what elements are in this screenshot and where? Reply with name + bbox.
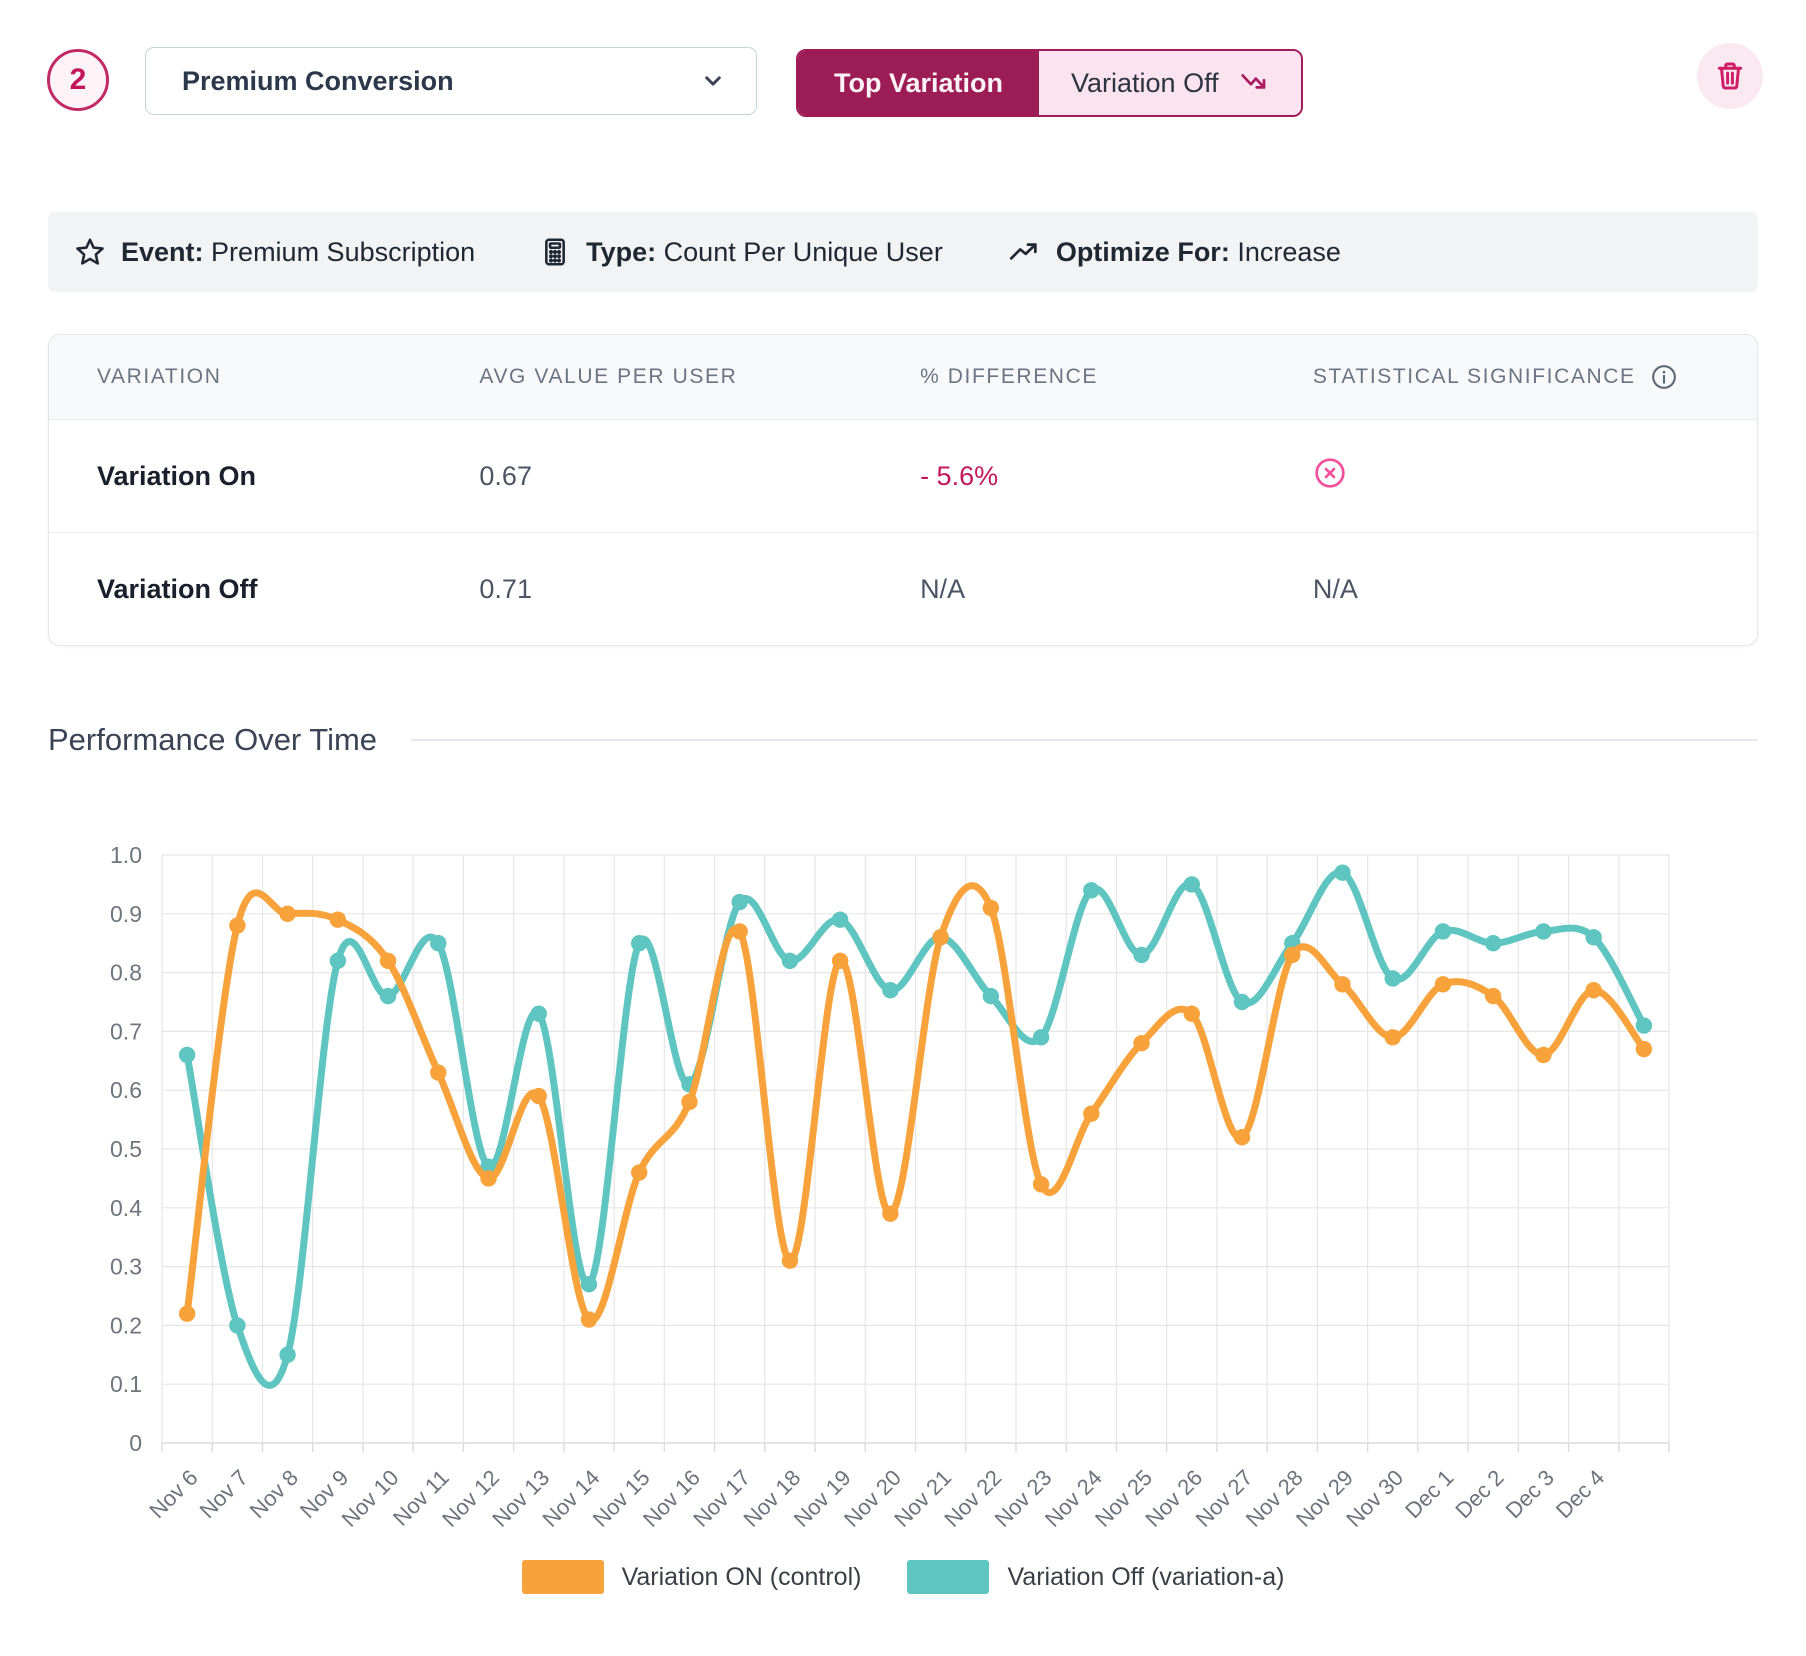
svg-text:Dec 2: Dec 2	[1450, 1465, 1508, 1523]
type-value: Count Per Unique User	[664, 237, 943, 267]
row-variation-name: Variation Off	[49, 574, 479, 605]
event-label: Event:	[121, 237, 204, 267]
row-avg-value: 0.71	[479, 574, 920, 605]
legend-label: Variation ON (control)	[622, 1563, 862, 1592]
svg-text:Dec 1: Dec 1	[1400, 1465, 1458, 1523]
metric-dropdown[interactable]: Premium Conversion	[145, 47, 757, 115]
svg-text:Nov 10: Nov 10	[337, 1465, 404, 1532]
table-row: Variation On 0.67 - 5.6%	[49, 420, 1757, 532]
experiment-metric-panel: 2 Premium Conversion Top Variation Varia…	[0, 0, 1806, 1656]
table-header-row: VARIATION AVG VALUE PER USER % DIFFERENC…	[49, 335, 1757, 420]
performance-chart: 1.00.90.80.70.60.50.40.30.20.10Nov 6Nov …	[0, 830, 1806, 1540]
svg-text:Dec 4: Dec 4	[1551, 1465, 1609, 1523]
optimize-label: Optimize For:	[1056, 237, 1230, 267]
svg-text:0.5: 0.5	[110, 1136, 142, 1162]
svg-text:0.7: 0.7	[110, 1018, 142, 1044]
event-value: Premium Subscription	[211, 237, 475, 267]
calculator-icon	[539, 236, 571, 268]
row-difference: - 5.6%	[920, 461, 1313, 492]
row-significance: N/A	[1313, 574, 1757, 605]
delete-metric-button[interactable]	[1697, 43, 1763, 109]
svg-text:Nov 7: Nov 7	[195, 1465, 253, 1523]
legend-swatch-orange	[522, 1560, 604, 1594]
star-icon	[74, 236, 106, 268]
svg-text:1.0: 1.0	[110, 842, 142, 868]
info-icon[interactable]	[1650, 363, 1678, 391]
winner-variation-label: Variation Off	[1071, 68, 1219, 99]
top-variation-tab[interactable]: Top Variation	[798, 51, 1039, 115]
metric-index-badge: 2	[47, 49, 109, 111]
svg-text:Dec 3: Dec 3	[1501, 1465, 1559, 1523]
svg-text:0.9: 0.9	[110, 901, 142, 927]
optimize-value: Increase	[1237, 237, 1341, 267]
results-table: VARIATION AVG VALUE PER USER % DIFFERENC…	[48, 334, 1758, 646]
svg-text:Nov 8: Nov 8	[245, 1465, 303, 1523]
table-row: Variation Off 0.71 N/A N/A	[49, 532, 1757, 645]
row-difference: N/A	[920, 574, 1313, 605]
metric-dropdown-value: Premium Conversion	[182, 66, 454, 97]
title-divider	[411, 739, 1758, 741]
trend-up-icon	[1007, 235, 1041, 269]
svg-text:0.8: 0.8	[110, 960, 142, 986]
svg-text:0.2: 0.2	[110, 1312, 142, 1338]
legend-label: Variation Off (variation-a)	[1007, 1563, 1284, 1592]
metric-index-number: 2	[70, 63, 87, 97]
trend-down-icon	[1239, 68, 1269, 98]
svg-text:Nov 30: Nov 30	[1341, 1465, 1408, 1532]
col-significance: STATISTICAL SIGNIFICANCE	[1313, 363, 1757, 391]
page-title: Performance Over Time	[48, 722, 377, 758]
svg-text:0: 0	[129, 1430, 142, 1456]
top-variation-label: Top Variation	[834, 68, 1003, 99]
x-circle-icon	[1313, 456, 1347, 490]
type-info: Type: Count Per Unique User	[539, 236, 943, 268]
event-info-bar: Event: Premium Subscription Type: Count …	[48, 212, 1758, 292]
event-info: Event: Premium Subscription	[74, 236, 475, 268]
svg-text:0.6: 0.6	[110, 1077, 142, 1103]
section-header: Performance Over Time	[48, 722, 1758, 758]
legend-item-variation-on: Variation ON (control)	[522, 1560, 862, 1594]
row-variation-name: Variation On	[49, 461, 479, 492]
optimize-info: Optimize For: Increase	[1007, 235, 1341, 269]
chevron-down-icon	[698, 66, 728, 96]
svg-text:Nov 6: Nov 6	[144, 1465, 202, 1523]
legend-swatch-teal	[907, 1560, 989, 1594]
chart-legend: Variation ON (control) Variation Off (va…	[28, 1560, 1778, 1594]
col-avg-value: AVG VALUE PER USER	[479, 365, 920, 389]
winner-variation-tab[interactable]: Variation Off	[1039, 51, 1301, 115]
row-avg-value: 0.67	[479, 461, 920, 492]
svg-text:0.1: 0.1	[110, 1371, 142, 1397]
svg-text:0.4: 0.4	[110, 1195, 142, 1221]
row-significance	[1313, 456, 1757, 497]
col-variation: VARIATION	[49, 365, 479, 389]
col-difference: % DIFFERENCE	[920, 365, 1313, 389]
svg-text:0.3: 0.3	[110, 1254, 142, 1280]
trash-icon	[1713, 59, 1747, 93]
type-label: Type:	[586, 237, 656, 267]
col-significance-label: STATISTICAL SIGNIFICANCE	[1313, 365, 1636, 389]
legend-item-variation-off: Variation Off (variation-a)	[907, 1560, 1284, 1594]
variation-toggle: Top Variation Variation Off	[796, 49, 1303, 117]
